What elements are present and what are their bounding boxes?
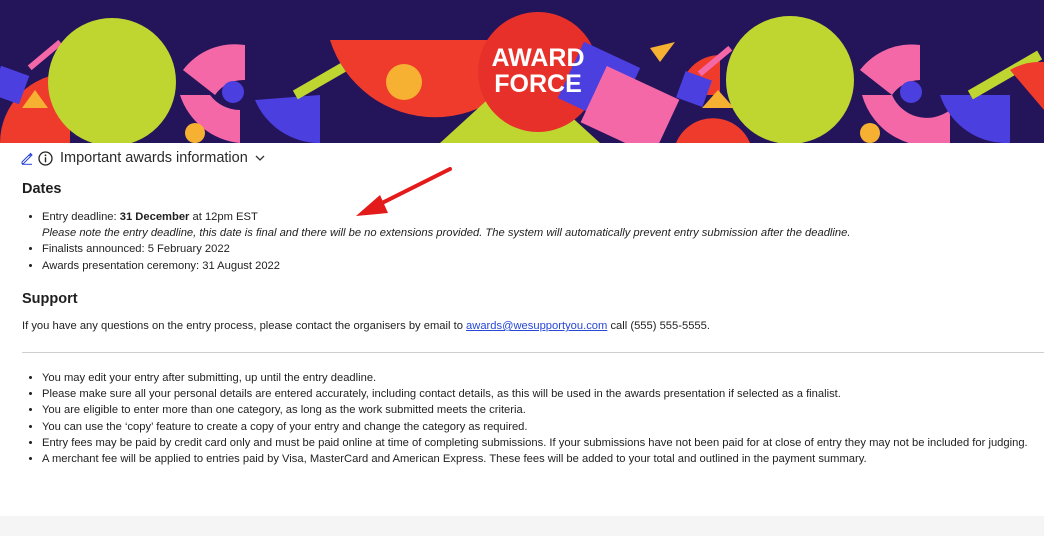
support-heading: Support	[22, 291, 78, 307]
divider	[22, 352, 1044, 353]
entry-deadline-item: Entry deadline: 31 December at 12pm EST …	[42, 209, 1042, 241]
support-text: If you have any questions on the entry p…	[22, 320, 1032, 332]
logo-line-1: AWARD	[491, 44, 584, 72]
info-circle-icon	[38, 150, 53, 166]
pencil-icon[interactable]	[20, 151, 34, 165]
rule-item: Entry fees may be paid by credit card on…	[42, 435, 1044, 451]
logo-line-2: FORCE	[494, 70, 582, 98]
dates-list: Entry deadline: 31 December at 12pm EST …	[22, 209, 1042, 274]
rule-item: You are eligible to enter more than one …	[42, 402, 1044, 418]
rules-list: You may edit your entry after submitting…	[22, 370, 1044, 467]
rule-item: A merchant fee will be applied to entrie…	[42, 451, 1044, 467]
support-text-after: call (555) 555-5555.	[607, 320, 710, 332]
rule-item: Please make sure all your personal detai…	[42, 386, 1044, 402]
ceremony-item: Awards presentation ceremony: 31 August …	[42, 258, 1042, 274]
chevron-down-icon[interactable]	[254, 152, 266, 164]
entry-deadline-date: 31 December	[119, 211, 190, 223]
finalists-item: Finalists announced: 5 February 2022	[42, 241, 1042, 257]
entry-deadline-label: Entry deadline:	[42, 211, 120, 223]
entry-deadline-time: at 12pm EST	[189, 211, 258, 223]
header-banner: AWARD FORCE	[0, 0, 1044, 143]
info-toggle-row[interactable]: Important awards information	[20, 149, 266, 167]
dates-heading: Dates	[22, 181, 62, 197]
banner-artwork: AWARD FORCE	[0, 0, 1044, 143]
annotation-arrow-icon	[356, 167, 452, 216]
support-email-link[interactable]: awards@wesupportyou.com	[466, 320, 607, 332]
support-text-before: If you have any questions on the entry p…	[22, 320, 467, 332]
rule-item: You may edit your entry after submitting…	[42, 370, 1044, 386]
entry-deadline-note: Please note the entry deadline, this dat…	[42, 227, 851, 240]
footer-strip	[0, 516, 1044, 536]
info-title: Important awards information	[60, 150, 248, 166]
rule-item: You can use the ‘copy’ feature to create…	[42, 419, 1044, 435]
